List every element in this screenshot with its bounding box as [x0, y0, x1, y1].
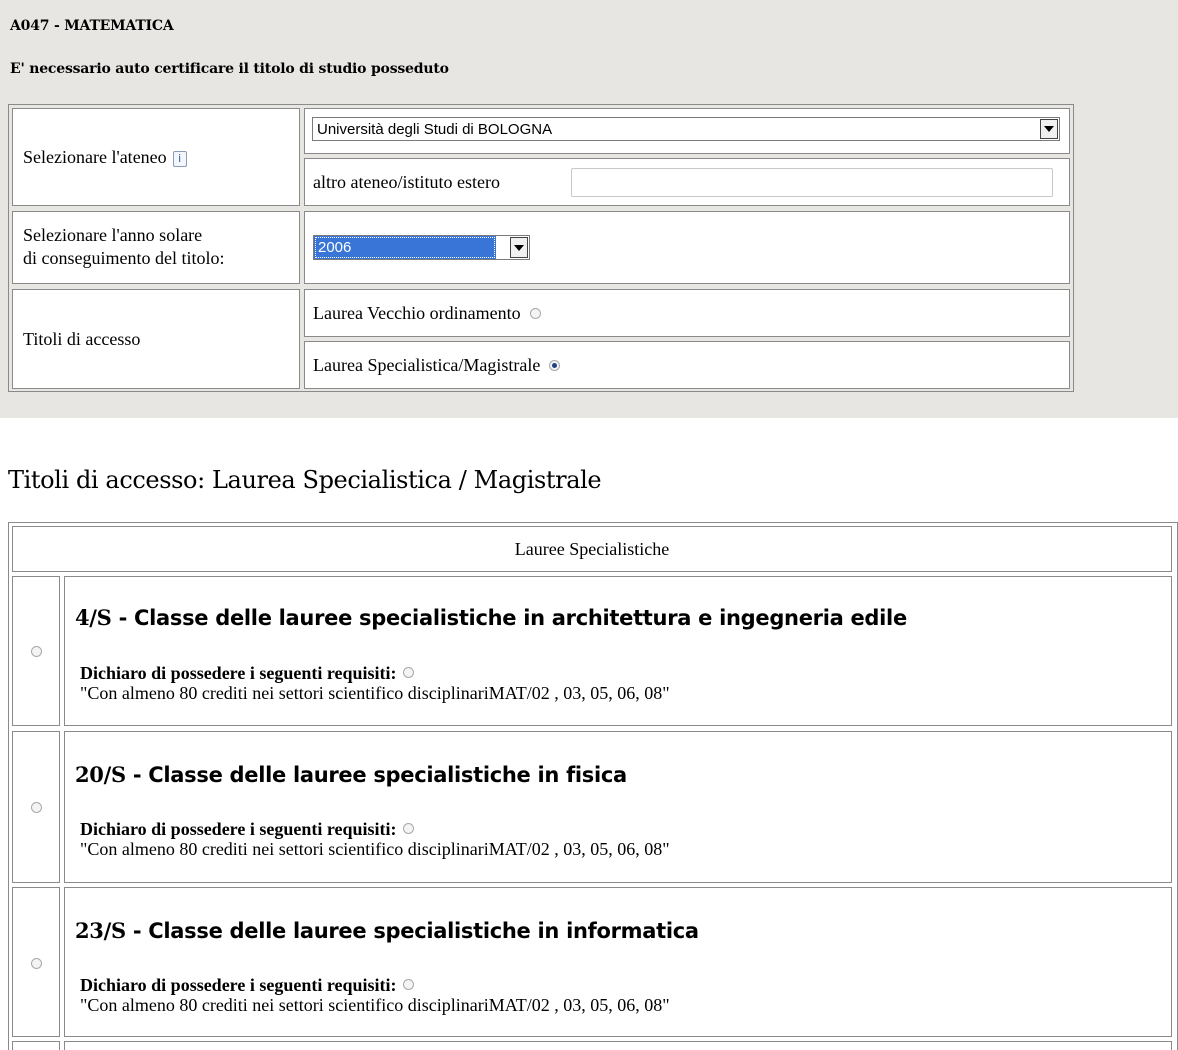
chevron-down-icon[interactable] [1040, 119, 1058, 139]
degree-name: - Classe delle lauree specialistiche in … [111, 606, 908, 630]
degree-radio-cell [12, 1041, 60, 1050]
degree-row [64, 1041, 1172, 1050]
degree-title: 4/S - Classe delle lauree specialistiche… [75, 605, 907, 630]
degree-row: 4/S - Classe delle lauree specialistiche… [64, 576, 1172, 726]
titoli-label-cell: Titoli di accesso [12, 289, 300, 389]
declaration-radio[interactable] [402, 979, 414, 991]
option-specialistica-label: Laurea Specialistica/Magistrale [313, 354, 541, 375]
titoli-label: Titoli di accesso [23, 328, 141, 349]
declaration-label: Dichiaro di possedere i seguenti requisi… [80, 819, 397, 839]
degree-radio-cell [12, 576, 60, 726]
anno-label-line1: Selezionare l'anno solare [23, 225, 203, 245]
declaration: Dichiaro di possedere i seguenti requisi… [80, 975, 414, 996]
degree-code: 4/S [75, 605, 112, 630]
degree-name: - Classe delle lauree specialistiche in … [125, 763, 627, 787]
declaration-label: Dichiaro di possedere i seguenti requisi… [80, 663, 397, 683]
anno-label-cell: Selezionare l'anno solare di conseguimen… [12, 211, 300, 284]
altro-ateneo-input[interactable] [571, 168, 1053, 197]
requirement-text: "Con almeno 80 crediti nei settori scien… [80, 683, 670, 703]
declaration-radio[interactable] [402, 823, 414, 835]
altro-ateneo-label: altro ateneo/istituto estero [313, 171, 500, 192]
degree-radio-cell [12, 731, 60, 883]
anno-label-line2: di conseguimento del titolo: [23, 248, 225, 268]
lauree-header-label: Lauree Specialistiche [514, 538, 670, 559]
form-area: A047 - MATEMATICA E' necessario auto cer… [0, 0, 1178, 418]
anno-select[interactable]: 2006 [313, 235, 530, 260]
degree-name: - Classe delle lauree specialistiche in … [125, 919, 699, 943]
ateneo-select[interactable]: Università degli Studi di BOLOGNA [312, 117, 1060, 141]
degree-row: 20/S - Classe delle lauree specialistich… [64, 731, 1172, 883]
section-title: Titoli di accesso: Laurea Specialistica … [8, 466, 602, 494]
info-icon[interactable]: i [172, 151, 187, 167]
declaration: Dichiaro di possedere i seguenti requisi… [80, 663, 414, 684]
option-specialistica-cell: Laurea Specialistica/Magistrale [304, 341, 1070, 389]
option-vecchio-cell: Laurea Vecchio ordinamento [304, 289, 1070, 337]
ateneo-label-cell: Selezionare l'ateneo i [12, 108, 300, 206]
degree-row: 23/S - Classe delle lauree specialistich… [64, 887, 1172, 1037]
requirement-text: "Con almeno 80 crediti nei settori scien… [80, 839, 670, 859]
option-vecchio-label: Laurea Vecchio ordinamento [313, 302, 521, 323]
ateneo-selected-value: Università degli Studi di BOLOGNA [317, 120, 553, 138]
degree-radio[interactable] [31, 646, 42, 657]
degree-radio[interactable] [31, 958, 42, 969]
degree-title: 20/S - Classe delle lauree specialistich… [75, 762, 627, 787]
ateneo-label: Selezionare l'ateneo [23, 146, 167, 167]
degree-title: 23/S - Classe delle lauree specialistich… [75, 918, 699, 943]
declaration-radio[interactable] [402, 667, 414, 679]
degree-radio-cell [12, 887, 60, 1037]
class-code-heading: A047 - MATEMATICA [10, 18, 174, 34]
option-vecchio-radio[interactable] [529, 307, 541, 319]
degree-code: 20/S [75, 762, 126, 787]
declaration: Dichiaro di possedere i seguenti requisi… [80, 819, 414, 840]
requirement-text: "Con almeno 80 crediti nei settori scien… [80, 995, 670, 1015]
chevron-down-icon[interactable] [510, 237, 528, 258]
declaration-label: Dichiaro di possedere i seguenti requisi… [80, 975, 397, 995]
anno-selected-value: 2006 [314, 236, 496, 259]
degree-code: 23/S [75, 918, 126, 943]
lauree-table-header: Lauree Specialistiche [12, 526, 1172, 572]
option-specialistica-radio[interactable] [549, 359, 561, 371]
certification-notice: E' necessario auto certificare il titolo… [10, 61, 449, 77]
degree-radio[interactable] [31, 802, 42, 813]
